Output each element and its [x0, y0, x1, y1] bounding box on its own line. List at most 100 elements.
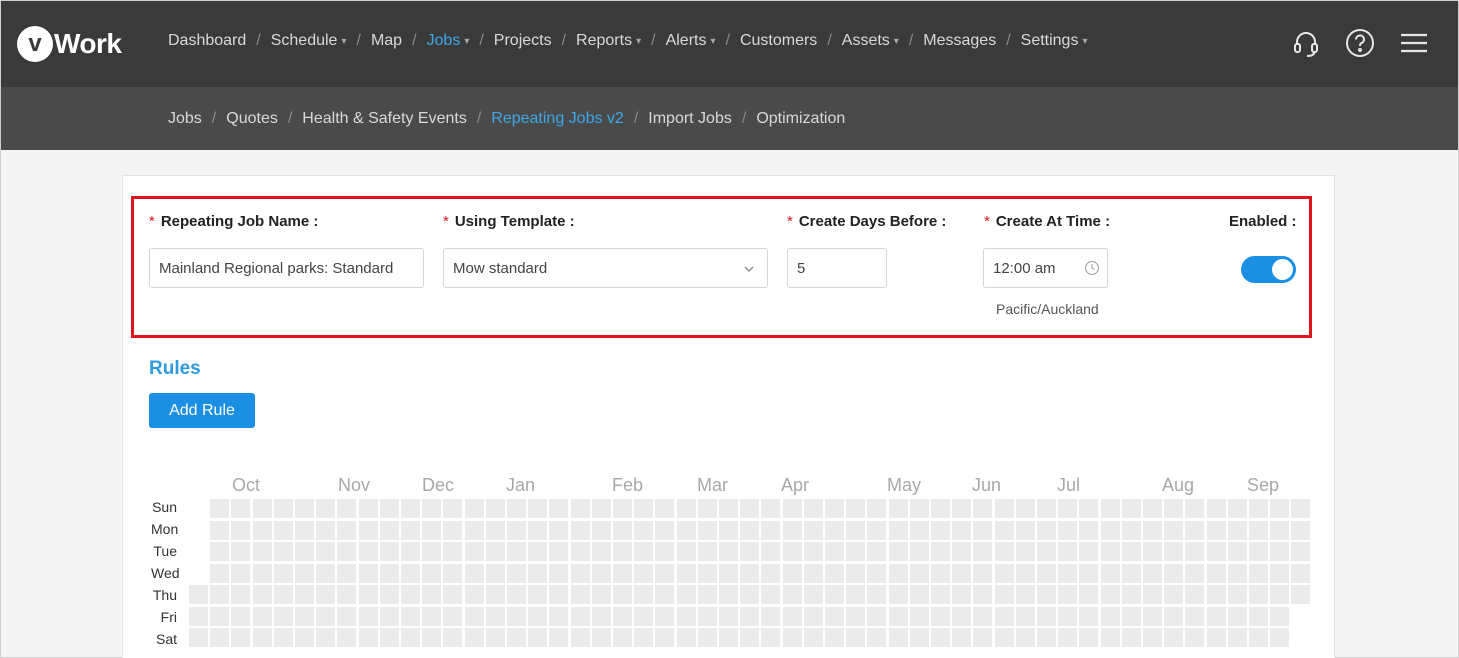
calendar-day-cell[interactable] — [401, 499, 420, 518]
calendar-day-cell[interactable] — [592, 542, 611, 561]
calendar-day-cell[interactable] — [910, 564, 929, 583]
calendar-day-cell[interactable] — [1122, 564, 1141, 583]
subnav-item-health-safety-events[interactable]: Health & Safety Events — [302, 110, 467, 128]
calendar-day-cell[interactable] — [761, 542, 780, 561]
calendar-day-cell[interactable] — [973, 585, 992, 604]
calendar-day-cell[interactable] — [231, 564, 250, 583]
calendar-day-cell[interactable] — [613, 564, 632, 583]
calendar-day-cell[interactable] — [274, 499, 293, 518]
calendar-day-cell[interactable] — [846, 499, 865, 518]
calendar-day-cell[interactable] — [761, 521, 780, 540]
calendar-day-cell[interactable] — [1270, 521, 1289, 540]
calendar-day-cell[interactable] — [804, 542, 823, 561]
calendar-day-cell[interactable] — [443, 564, 462, 583]
calendar-day-cell[interactable] — [952, 499, 971, 518]
calendar-day-cell[interactable] — [995, 564, 1014, 583]
calendar-day-cell[interactable] — [655, 585, 674, 604]
calendar-day-cell[interactable] — [1185, 585, 1204, 604]
calendar-day-cell[interactable] — [1249, 499, 1268, 518]
menu-icon[interactable] — [1398, 27, 1430, 59]
subnav-item-quotes[interactable]: Quotes — [226, 110, 278, 128]
calendar-day-cell[interactable] — [401, 585, 420, 604]
calendar-day-cell[interactable] — [1058, 607, 1077, 626]
calendar-day-cell[interactable] — [761, 628, 780, 647]
calendar-day-cell[interactable] — [1143, 521, 1162, 540]
calendar-day-cell[interactable] — [952, 521, 971, 540]
calendar-day-cell[interactable] — [931, 585, 950, 604]
calendar-day-cell[interactable] — [613, 585, 632, 604]
calendar-day-cell[interactable] — [1122, 521, 1141, 540]
calendar-day-cell[interactable] — [231, 499, 250, 518]
calendar-day-cell[interactable] — [825, 564, 844, 583]
calendar-day-cell[interactable] — [783, 542, 802, 561]
calendar-day-cell[interactable] — [422, 542, 441, 561]
calendar-day-cell[interactable] — [1249, 628, 1268, 647]
calendar-day-cell[interactable] — [995, 542, 1014, 561]
calendar-day-cell[interactable] — [804, 585, 823, 604]
calendar-day-cell[interactable] — [295, 564, 314, 583]
calendar-day-cell[interactable] — [592, 564, 611, 583]
calendar-day-cell[interactable] — [210, 521, 229, 540]
calendar-day-cell[interactable] — [316, 564, 335, 583]
calendar-day-cell[interactable] — [846, 628, 865, 647]
calendar-day-cell[interactable] — [465, 499, 484, 518]
nav-item-dashboard[interactable]: Dashboard — [168, 32, 246, 50]
nav-item-settings[interactable]: Settings — [1021, 32, 1079, 50]
calendar-day-cell[interactable] — [952, 628, 971, 647]
headset-icon[interactable] — [1290, 27, 1322, 59]
calendar-day-cell[interactable] — [1143, 628, 1162, 647]
calendar-day-cell[interactable] — [698, 628, 717, 647]
calendar-day-cell[interactable] — [443, 499, 462, 518]
calendar-day-cell[interactable] — [507, 628, 526, 647]
calendar-day-cell[interactable] — [1143, 499, 1162, 518]
calendar-day-cell[interactable] — [1249, 585, 1268, 604]
calendar-day-cell[interactable] — [274, 628, 293, 647]
calendar-day-cell[interactable] — [846, 564, 865, 583]
calendar-day-cell[interactable] — [549, 564, 568, 583]
calendar-day-cell[interactable] — [189, 628, 208, 647]
calendar-day-cell[interactable] — [465, 607, 484, 626]
calendar-day-cell[interactable] — [465, 542, 484, 561]
calendar-day-cell[interactable] — [804, 564, 823, 583]
days-before-input[interactable]: 5 — [787, 248, 887, 288]
nav-item-assets[interactable]: Assets — [842, 32, 890, 50]
calendar-day-cell[interactable] — [571, 628, 590, 647]
calendar-day-cell[interactable] — [1058, 585, 1077, 604]
calendar-day-cell[interactable] — [804, 607, 823, 626]
calendar-day-cell[interactable] — [443, 542, 462, 561]
calendar-day-cell[interactable] — [337, 564, 356, 583]
calendar-day-cell[interactable] — [1058, 521, 1077, 540]
calendar-day-cell[interactable] — [592, 521, 611, 540]
calendar-day-cell[interactable] — [380, 499, 399, 518]
calendar-day-cell[interactable] — [634, 564, 653, 583]
calendar-day-cell[interactable] — [1079, 499, 1098, 518]
calendar-day-cell[interactable] — [698, 607, 717, 626]
calendar-day-cell[interactable] — [401, 564, 420, 583]
calendar-day-cell[interactable] — [889, 521, 908, 540]
calendar-day-cell[interactable] — [1016, 607, 1035, 626]
calendar-day-cell[interactable] — [507, 499, 526, 518]
calendar-day-cell[interactable] — [973, 521, 992, 540]
calendar-day-cell[interactable] — [359, 521, 378, 540]
calendar-day-cell[interactable] — [401, 628, 420, 647]
calendar-day-cell[interactable] — [401, 542, 420, 561]
calendar-day-cell[interactable] — [189, 585, 208, 604]
calendar-day-cell[interactable] — [655, 564, 674, 583]
calendar-day-cell[interactable] — [1270, 585, 1289, 604]
calendar-day-cell[interactable] — [337, 628, 356, 647]
calendar-day-cell[interactable] — [359, 628, 378, 647]
calendar-day-cell[interactable] — [1164, 607, 1183, 626]
calendar-day-cell[interactable] — [740, 564, 759, 583]
calendar-day-cell[interactable] — [677, 564, 696, 583]
calendar-day-cell[interactable] — [698, 521, 717, 540]
calendar-day-cell[interactable] — [1058, 628, 1077, 647]
calendar-day-cell[interactable] — [1143, 607, 1162, 626]
calendar-day-cell[interactable] — [1037, 628, 1056, 647]
calendar-day-cell[interactable] — [1079, 628, 1098, 647]
calendar-day-cell[interactable] — [549, 542, 568, 561]
calendar-day-cell[interactable] — [210, 499, 229, 518]
calendar-day-cell[interactable] — [1037, 499, 1056, 518]
calendar-day-cell[interactable] — [825, 585, 844, 604]
calendar-day-cell[interactable] — [528, 542, 547, 561]
calendar-day-cell[interactable] — [1101, 499, 1120, 518]
